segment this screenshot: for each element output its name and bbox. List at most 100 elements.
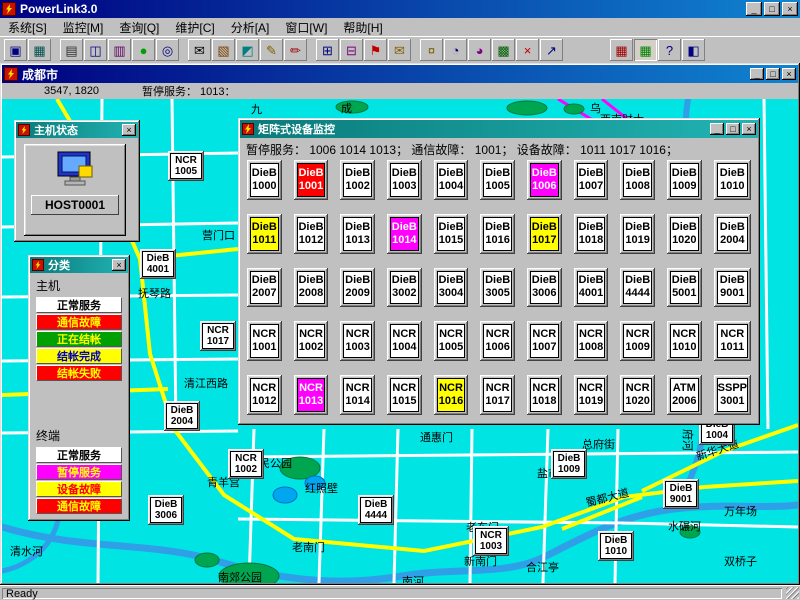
matrix-monitor-button[interactable]: ▦ [610, 39, 633, 61]
print-button[interactable]: ▤ [60, 39, 83, 61]
matrix-device-DieB-1006[interactable]: DieB1006 [527, 160, 562, 200]
help-button[interactable]: ? [658, 39, 681, 61]
menu-item-query[interactable]: 查询[Q] [111, 18, 167, 37]
matrix-device-NCR-1011[interactable]: NCR1011 [714, 321, 751, 361]
resize-grip-icon[interactable] [786, 587, 799, 599]
map-device-DieB-1010[interactable]: DieB1010 [598, 531, 634, 561]
matrix-device-NCR-1009[interactable]: NCR1009 [620, 321, 655, 361]
matrix-device-DieB-1018[interactable]: DieB1018 [574, 214, 609, 254]
map-device-NCR-1002[interactable]: NCR1002 [228, 449, 264, 479]
message-button[interactable]: ✉ [388, 39, 411, 61]
alarm-flag-button[interactable]: ⚑ [364, 39, 387, 61]
matrix-device-DieB-2009[interactable]: DieB2009 [340, 268, 375, 308]
matrix-device-SSPP-3001[interactable]: SSPP3001 [714, 375, 751, 415]
legend-close-button[interactable]: × [112, 259, 126, 271]
matrix-device-NCR-1005[interactable]: NCR1005 [434, 321, 469, 361]
edit-button[interactable]: ✎ [260, 39, 283, 61]
draw-button[interactable]: ✏ [284, 39, 307, 61]
matrix-device-NCR-1016[interactable]: NCR1016 [434, 375, 469, 415]
map-device-DieB-3006[interactable]: DieB3006 [148, 495, 184, 525]
matrix-minimize-button[interactable]: _ [710, 123, 724, 135]
city-restore-button[interactable]: □ [766, 68, 780, 80]
main-titlebar[interactable]: PowerLink3.0 _ □ × [0, 0, 800, 18]
bar-chart-button[interactable]: ▩ [492, 39, 515, 61]
matrix-device-NCR-1020[interactable]: NCR1020 [620, 375, 655, 415]
matrix-device-DieB-1011[interactable]: DieB1011 [247, 214, 282, 254]
matrix-device-DieB-4444[interactable]: DieB4444 [620, 268, 655, 308]
matrix-device-DieB-3002[interactable]: DieB3002 [387, 268, 422, 308]
matrix-device-NCR-1017[interactable]: NCR1017 [480, 375, 515, 415]
menu-item-system[interactable]: 系统[S] [0, 18, 55, 37]
matrix-device-NCR-1003[interactable]: NCR1003 [340, 321, 375, 361]
matrix-device-ATM-2006[interactable]: ATM2006 [667, 375, 702, 415]
billing-button[interactable]: ¤ [420, 39, 443, 61]
map-device-NCR-1005[interactable]: NCR1005 [168, 151, 204, 181]
matrix-window-titlebar[interactable]: 矩阵式设备监控 _ □ × [240, 120, 758, 138]
host-close-button[interactable]: × [122, 124, 136, 136]
pie-chart-button[interactable]: ◕ [468, 39, 491, 61]
matrix-device-DieB-1013[interactable]: DieB1013 [340, 214, 375, 254]
minimize-button[interactable]: _ [746, 2, 762, 16]
legend-window-titlebar[interactable]: 分类 × [30, 257, 128, 273]
matrix-device-DieB-1004[interactable]: DieB1004 [434, 160, 469, 200]
matrix-device-NCR-1018[interactable]: NCR1018 [527, 375, 562, 415]
matrix-device-NCR-1014[interactable]: NCR1014 [340, 375, 375, 415]
map-device-NCR-1017[interactable]: NCR1017 [200, 321, 236, 351]
host-button[interactable]: HOST0001 [24, 144, 126, 236]
menu-item-window[interactable]: 窗口[W] [277, 18, 335, 37]
matrix-device-DieB-1020[interactable]: DieB1020 [667, 214, 702, 254]
host-status-button[interactable]: ▣ [4, 39, 27, 61]
matrix-device-DieB-1000[interactable]: DieB1000 [247, 160, 282, 200]
maximize-button[interactable]: □ [764, 2, 780, 16]
window-cascade-button[interactable]: ◧ [682, 39, 705, 61]
matrix-device-NCR-1013[interactable]: NCR1013 [294, 375, 329, 415]
preview-button[interactable]: ◫ [84, 39, 107, 61]
matrix-device-DieB-1001[interactable]: DieB1001 [294, 160, 329, 200]
matrix-device-DieB-2007[interactable]: DieB2007 [247, 268, 282, 308]
menu-item-monitor[interactable]: 监控[M] [55, 18, 112, 37]
matrix-monitor-color-button[interactable]: ▦ [634, 39, 657, 61]
matrix-device-DieB-9001[interactable]: DieB9001 [714, 268, 751, 308]
cabinet-button[interactable]: ▧ [212, 39, 235, 61]
matrix-device-NCR-1006[interactable]: NCR1006 [480, 321, 515, 361]
report-button[interactable]: ▥ [108, 39, 131, 61]
matrix-device-NCR-1015[interactable]: NCR1015 [387, 375, 422, 415]
database-button[interactable]: ◩ [236, 39, 259, 61]
matrix-device-DieB-1017[interactable]: DieB1017 [527, 214, 562, 254]
matrix-device-DieB-1008[interactable]: DieB1008 [620, 160, 655, 200]
device-status-button[interactable]: ▦ [28, 39, 51, 61]
matrix-device-DieB-1012[interactable]: DieB1012 [294, 214, 329, 254]
menu-item-maintain[interactable]: 维护[C] [167, 18, 222, 37]
city-minimize-button[interactable]: _ [750, 68, 764, 80]
map-device-NCR-1003[interactable]: NCR1003 [473, 526, 509, 556]
matrix-device-DieB-1015[interactable]: DieB1015 [434, 214, 469, 254]
run-status-button[interactable]: ● [132, 39, 155, 61]
matrix-device-DieB-5001[interactable]: DieB5001 [667, 268, 702, 308]
matrix-maximize-button[interactable]: □ [726, 123, 740, 135]
matrix-device-NCR-1004[interactable]: NCR1004 [387, 321, 422, 361]
close-button[interactable]: × [782, 2, 798, 16]
matrix-device-DieB-1016[interactable]: DieB1016 [480, 214, 515, 254]
map-device-DieB-1009[interactable]: DieB1009 [551, 449, 587, 479]
clock-button[interactable]: ◔ [444, 39, 467, 61]
table-edit-button[interactable]: ⊟ [340, 39, 363, 61]
map-device-DieB-2004[interactable]: DieB2004 [164, 401, 200, 431]
matrix-close-button[interactable]: × [742, 123, 756, 135]
matrix-device-DieB-4001[interactable]: DieB4001 [574, 268, 609, 308]
search-button[interactable]: ◎ [156, 39, 179, 61]
matrix-device-NCR-1008[interactable]: NCR1008 [574, 321, 609, 361]
matrix-device-DieB-3006[interactable]: DieB3006 [527, 268, 562, 308]
matrix-device-DieB-1014[interactable]: DieB1014 [387, 214, 422, 254]
matrix-device-DieB-1007[interactable]: DieB1007 [574, 160, 609, 200]
matrix-device-NCR-1012[interactable]: NCR1012 [247, 375, 282, 415]
matrix-device-DieB-3005[interactable]: DieB3005 [480, 268, 515, 308]
matrix-device-DieB-1019[interactable]: DieB1019 [620, 214, 655, 254]
matrix-device-DieB-1003[interactable]: DieB1003 [387, 160, 422, 200]
map-device-DieB-4001[interactable]: DieB4001 [140, 249, 176, 279]
matrix-device-NCR-1007[interactable]: NCR1007 [527, 321, 562, 361]
cancel-button[interactable]: × [516, 39, 539, 61]
matrix-device-DieB-2008[interactable]: DieB2008 [294, 268, 329, 308]
menu-item-help[interactable]: 帮助[H] [335, 18, 390, 37]
city-close-button[interactable]: × [782, 68, 796, 80]
data-table-button[interactable]: ⊞ [316, 39, 339, 61]
